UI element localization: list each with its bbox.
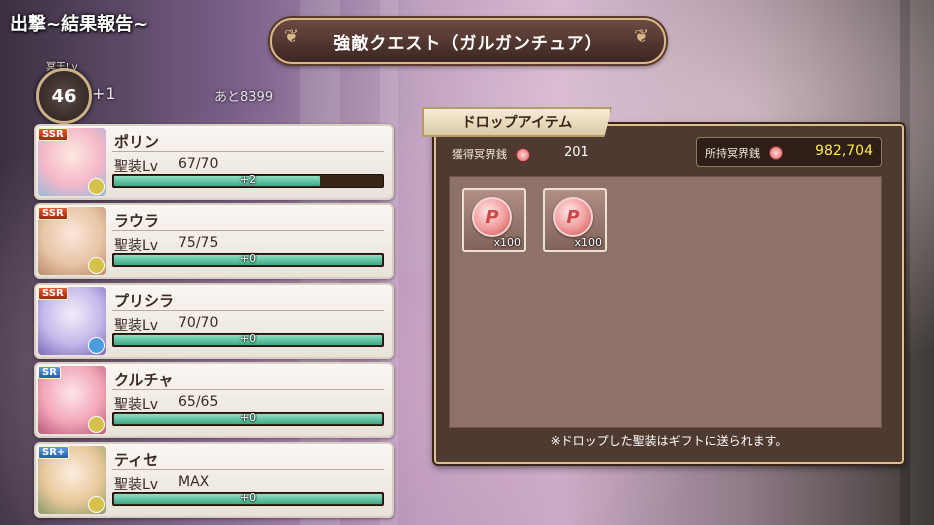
rarity-badge: SR [38, 366, 61, 379]
exp-gain: +2 [239, 173, 257, 186]
meikai-coin-icon [516, 148, 530, 162]
quest-title: 強敵クエスト（ガルガンチュア） [333, 33, 603, 54]
equip-level-value: 65/65 [178, 394, 219, 410]
element-icon [88, 337, 105, 354]
unit-name: ポリン [114, 133, 160, 151]
unit-name: プリシラ [114, 292, 175, 310]
divider [112, 230, 384, 231]
exp-bar: +0 [112, 411, 384, 426]
item-quantity: x100 [574, 236, 602, 249]
equip-level-value: 70/70 [178, 315, 219, 331]
meikai-coin-icon: P [553, 197, 593, 237]
divider [112, 389, 384, 390]
exp-bar: +2 [112, 173, 384, 188]
owned-currency-box: 所持冥界銭 982,704 [696, 137, 882, 167]
banner-ornament-left-icon: ❦ [284, 26, 300, 47]
screen-title: 出撃~結果報告~ [10, 14, 149, 35]
unit-card[interactable]: SSR ラウラ 聖装Lv 75/75 +0 [34, 203, 394, 279]
drop-item[interactable]: P x100 [462, 188, 526, 252]
divider [112, 310, 384, 311]
rarity-badge: SSR [38, 287, 68, 300]
rarity-badge: SR+ [38, 446, 70, 459]
unit-name: クルチャ [114, 371, 174, 389]
earned-currency-label: 獲得冥界銭 [452, 148, 507, 161]
unit-card[interactable]: SSR ポリン 聖装Lv 67/70 +2 [34, 124, 394, 200]
rarity-badge: SSR [38, 207, 68, 220]
unit-card[interactable]: SR クルチャ 聖装Lv 65/65 +0 [34, 362, 394, 438]
equip-level-value: 75/75 [178, 235, 219, 251]
element-icon [88, 178, 105, 195]
meikai-coin-icon [769, 146, 783, 160]
equip-level-value: 67/70 [178, 156, 219, 172]
drop-item[interactable]: P x100 [543, 188, 607, 252]
item-quantity: x100 [493, 236, 521, 249]
divider [112, 469, 384, 470]
level-gain: +1 [92, 84, 116, 103]
rarity-badge: SSR [38, 128, 68, 141]
element-icon [88, 257, 105, 274]
exp-gain: +0 [239, 491, 257, 504]
element-icon [88, 496, 105, 513]
unit-card[interactable]: SSR プリシラ 聖装Lv 70/70 +0 [34, 283, 394, 359]
exp-gain: +0 [239, 411, 257, 424]
exp-to-next-level: あと8399 [214, 90, 274, 105]
player-level-badge: 46 [36, 68, 92, 124]
exp-bar: +0 [112, 252, 384, 267]
owned-currency-value: 982,704 [815, 143, 873, 159]
exp-bar: +0 [112, 491, 384, 506]
player-level-value: 46 [51, 85, 77, 107]
banner-ornament-right-icon: ❦ [634, 26, 650, 47]
owned-currency-label: 所持冥界銭 [705, 147, 760, 160]
exp-bar: +0 [112, 332, 384, 347]
unit-name: ティセ [114, 451, 159, 469]
element-icon [88, 416, 105, 433]
earned-currency-value: 201 [564, 145, 589, 160]
unit-name: ラウラ [114, 212, 160, 230]
quest-title-banner: ❦ 強敵クエスト（ガルガンチュア） ❦ [270, 18, 666, 64]
drop-items-tab-label: ドロップアイテム [461, 115, 573, 131]
drop-items-tab: ドロップアイテム [422, 107, 612, 137]
equip-level-value: MAX [178, 474, 210, 490]
exp-gain: +0 [239, 252, 257, 265]
drop-note: ※ドロップした聖装はギフトに送られます。 [550, 434, 788, 448]
unit-card[interactable]: SR+ ティセ 聖装Lv MAX +0 [34, 442, 394, 518]
exp-gain: +0 [239, 332, 257, 345]
meikai-coin-icon: P [472, 197, 512, 237]
divider [112, 151, 384, 152]
